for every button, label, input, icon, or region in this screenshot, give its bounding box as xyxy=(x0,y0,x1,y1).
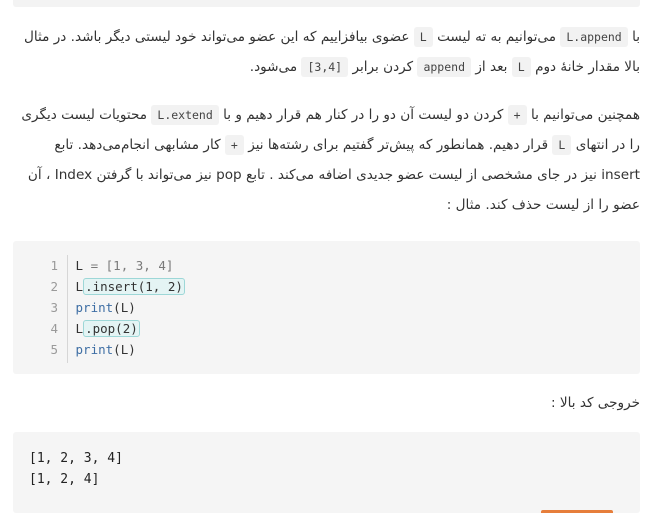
code-token: print xyxy=(75,300,114,315)
code-token: print xyxy=(75,342,114,357)
text: بعد از xyxy=(475,59,508,75)
inline-code: + xyxy=(507,105,527,125)
line-number: 2 xyxy=(50,279,58,294)
code-line: 3 print(L) xyxy=(13,297,640,318)
code-token: (L) xyxy=(113,342,136,357)
output-line: [1, 2, 3, 4] xyxy=(29,451,123,466)
output-line: [1, 2, 4] xyxy=(29,472,100,487)
code-token: (L) xyxy=(113,300,136,315)
inline-code: [3,4] xyxy=(301,57,349,77)
output-block: [1, 2, 3, 4] [1, 2, 4] xyxy=(13,432,640,513)
code-token: = xyxy=(83,258,106,273)
inline-code: L.extend xyxy=(151,105,219,125)
text: با xyxy=(632,29,640,45)
code-line: 2 L .insert(1, 2) xyxy=(13,276,640,297)
inline-code: + xyxy=(224,135,244,155)
text: قرار دهیم. همانطور که پیش‌تر گفتیم برای … xyxy=(248,137,549,153)
inline-code: L xyxy=(511,57,531,77)
code-line: 4 L .pop(2) xyxy=(13,318,640,339)
line-number: 1 xyxy=(50,258,58,273)
line-number: 4 xyxy=(50,321,58,336)
text: می‌شود. xyxy=(249,59,298,75)
code-line: 5 print(L) xyxy=(13,339,640,360)
inline-code: L.append xyxy=(560,27,628,47)
paragraph-append: با L.append می‌توانیم به ته لیست L عضوی … xyxy=(13,22,640,82)
line-number: 5 xyxy=(50,342,58,357)
text: کردن دو لیست آن دو را در کنار هم قرار ده… xyxy=(223,107,504,123)
line-number: 3 xyxy=(50,300,58,315)
code-highlight: .insert(1, 2) xyxy=(83,278,185,295)
inline-code: L xyxy=(413,27,433,47)
text: کردن برابر xyxy=(352,59,414,75)
text: می‌توانیم به ته لیست xyxy=(437,29,557,45)
code-token: L xyxy=(75,321,84,336)
code-token: L xyxy=(75,258,84,273)
inline-code: L xyxy=(552,135,572,155)
inline-code: append xyxy=(417,57,471,77)
paragraph-extend: همچنین می‌توانیم با + کردن دو لیست آن دو… xyxy=(13,100,640,220)
code-line: 1 L = [1, 3, 4] xyxy=(13,255,640,276)
text: همچنین می‌توانیم با xyxy=(530,107,640,123)
code-token: L xyxy=(75,279,84,294)
code-highlight: .pop(2) xyxy=(83,320,140,337)
code-token: [1, 3, 4] xyxy=(105,258,174,273)
top-divider xyxy=(13,0,640,7)
code-block: 1 L = [1, 3, 4] 2 L .insert(1, 2) 3 print… xyxy=(13,241,640,374)
output-label: خروجی کد بالا : xyxy=(550,395,640,411)
